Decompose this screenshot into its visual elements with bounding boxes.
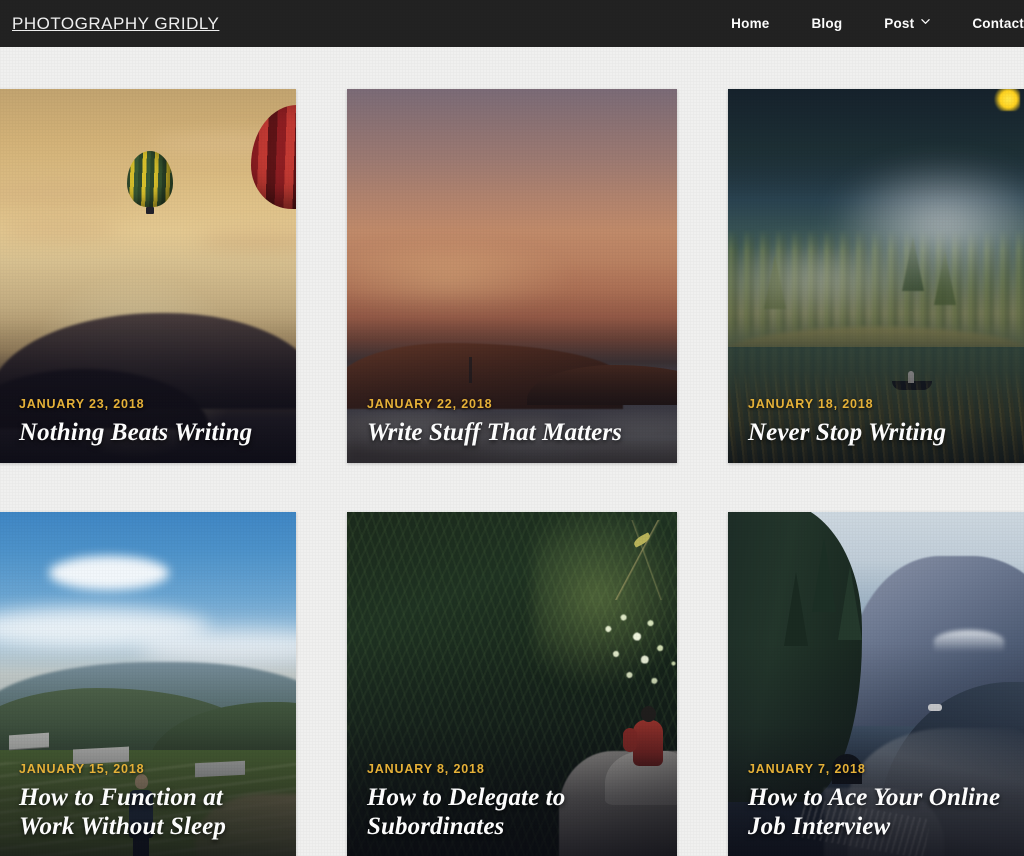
site-header: PHOTOGRAPHY GRIDLY Home Blog Post Contac…: [0, 0, 1024, 47]
post-title[interactable]: Write Stuff That Matters: [367, 418, 657, 447]
post-card-body: JANUARY 18, 2018 Never Stop Writing: [728, 397, 1024, 463]
post-grid-region: JANUARY 23, 2018 Nothing Beats Writing J…: [0, 47, 1024, 856]
chevron-down-icon: [921, 17, 931, 26]
primary-navigation: Home Blog Post Contact: [710, 0, 1024, 47]
sun-flare-icon: [994, 89, 1020, 111]
post-title[interactable]: How to Function at Work Without Sleep: [19, 783, 276, 841]
post-title[interactable]: Nothing Beats Writing: [19, 418, 276, 447]
post-card-body: JANUARY 7, 2018 How to Ace Your Online J…: [728, 762, 1024, 856]
nav-item-label: Home: [731, 16, 770, 31]
post-grid: JANUARY 23, 2018 Nothing Beats Writing J…: [0, 89, 1024, 856]
post-title[interactable]: Never Stop Writing: [748, 418, 1004, 447]
post-card[interactable]: JANUARY 7, 2018 How to Ace Your Online J…: [728, 512, 1024, 856]
post-card-body: JANUARY 22, 2018 Write Stuff That Matter…: [347, 397, 677, 463]
nav-item-label: Contact: [972, 16, 1024, 31]
nav-item-contact[interactable]: Contact: [951, 0, 1024, 47]
post-title[interactable]: How to Ace Your Online Job Interview: [748, 783, 1004, 841]
post-date: JANUARY 22, 2018: [367, 397, 493, 411]
post-date: JANUARY 23, 2018: [19, 397, 145, 411]
post-card-body: JANUARY 8, 2018 How to Delegate to Subor…: [347, 762, 677, 856]
site-brand-logo[interactable]: PHOTOGRAPHY GRIDLY: [12, 14, 219, 34]
post-date: JANUARY 7, 2018: [748, 762, 866, 776]
post-date: JANUARY 18, 2018: [748, 397, 874, 411]
post-card[interactable]: JANUARY 15, 2018 How to Function at Work…: [0, 512, 296, 856]
post-card-body: JANUARY 15, 2018 How to Function at Work…: [0, 762, 296, 856]
nav-item-label: Post: [884, 16, 915, 31]
post-card[interactable]: JANUARY 8, 2018 How to Delegate to Subor…: [347, 512, 677, 856]
post-date: JANUARY 15, 2018: [19, 762, 145, 776]
nav-item-post[interactable]: Post: [863, 0, 951, 47]
post-date: JANUARY 8, 2018: [367, 762, 485, 776]
post-title[interactable]: How to Delegate to Subordinates: [367, 783, 657, 841]
post-card[interactable]: JANUARY 23, 2018 Nothing Beats Writing: [0, 89, 296, 463]
post-card[interactable]: JANUARY 18, 2018 Never Stop Writing: [728, 89, 1024, 463]
nav-item-home[interactable]: Home: [710, 0, 790, 47]
nav-item-label: Blog: [811, 16, 843, 31]
post-card[interactable]: JANUARY 22, 2018 Write Stuff That Matter…: [347, 89, 677, 463]
nav-item-blog[interactable]: Blog: [790, 0, 863, 47]
post-card-body: JANUARY 23, 2018 Nothing Beats Writing: [0, 397, 296, 463]
